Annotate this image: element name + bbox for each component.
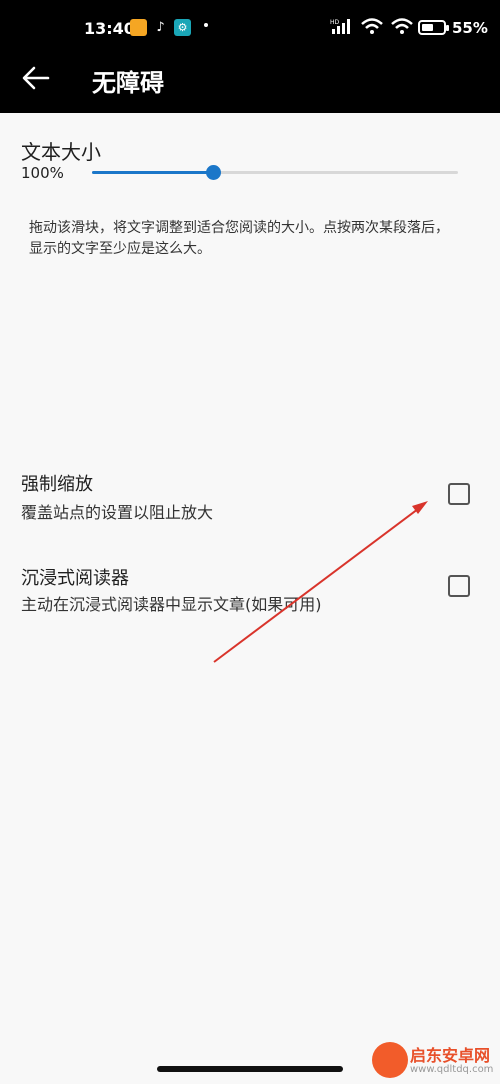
- watermark-icon: [372, 1042, 408, 1078]
- watermark-url: www.qdltdq.com: [410, 1064, 494, 1075]
- watermark-logo: 启东安卓网 www.qdltdq.com: [372, 1042, 500, 1082]
- home-indicator[interactable]: [157, 1066, 343, 1072]
- watermark-name: 启东安卓网: [410, 1046, 491, 1065]
- annotation-arrow-icon: [213, 501, 428, 663]
